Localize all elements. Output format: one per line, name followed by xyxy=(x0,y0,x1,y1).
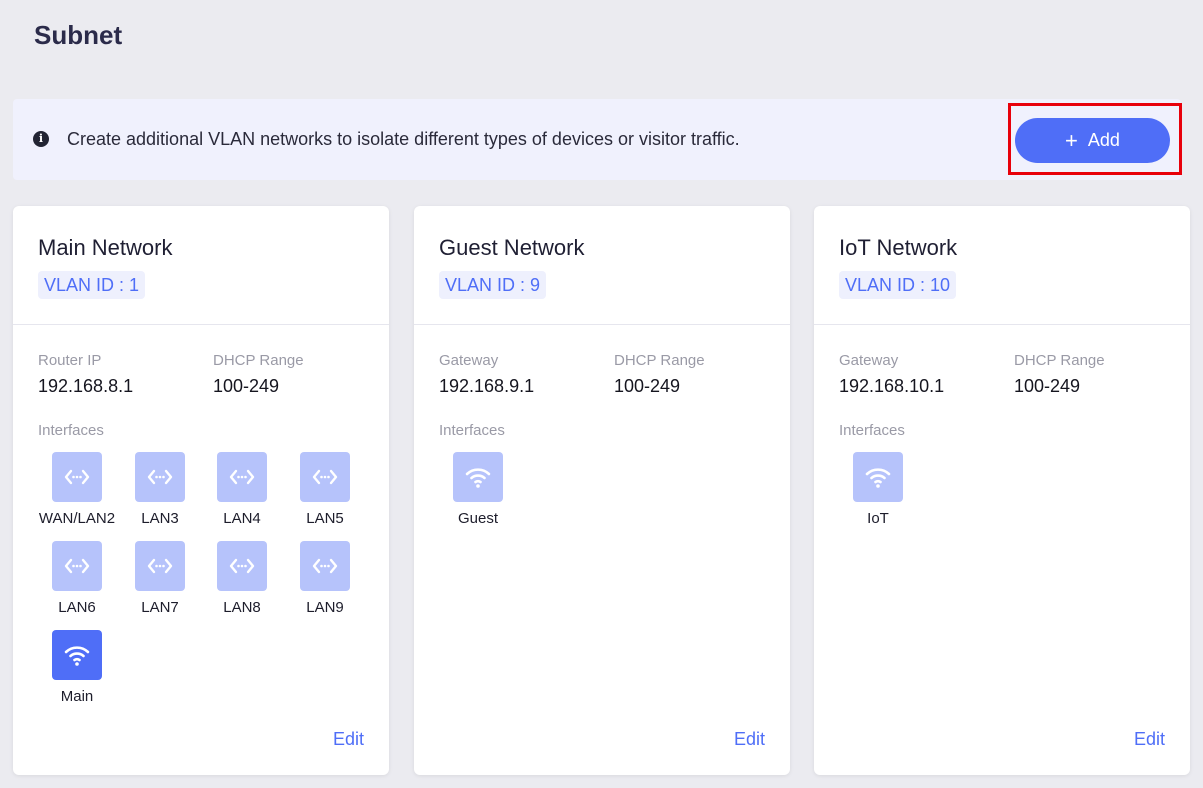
ethernet-icon xyxy=(135,452,185,502)
card-title: IoT Network xyxy=(839,235,958,260)
edit-link[interactable]: Edit xyxy=(1134,729,1165,750)
info-banner: i Create additional VLAN networks to iso… xyxy=(13,99,1181,180)
ip-value: 192.168.8.1 xyxy=(38,376,134,396)
interface-lan4: LAN4 xyxy=(200,452,284,527)
dhcp-value: 100-249 xyxy=(614,376,681,396)
interface-lan8: LAN8 xyxy=(200,541,284,616)
info-text: Create additional VLAN networks to isola… xyxy=(67,129,740,149)
network-card-guest: Guest Network VLAN ID : 9 Gateway 192.16… xyxy=(414,206,790,775)
interface-label: WAN/LAN2 xyxy=(38,510,116,527)
interface-lan5: LAN5 xyxy=(283,452,367,527)
wifi-icon xyxy=(853,452,903,502)
ethernet-icon xyxy=(217,452,267,502)
ip-value: 192.168.9.1 xyxy=(439,376,535,396)
interface-label: LAN6 xyxy=(58,599,96,616)
interfaces-label: Interfaces xyxy=(839,422,905,439)
ip-label: Router IP xyxy=(38,352,102,369)
interface-label: LAN4 xyxy=(223,510,261,527)
interface-lan9: LAN9 xyxy=(283,541,367,616)
interface-guest-wifi: Guest xyxy=(436,452,520,527)
wifi-icon xyxy=(52,630,102,680)
card-header: IoT Network VLAN ID : 10 xyxy=(814,206,1190,325)
interfaces-label: Interfaces xyxy=(38,422,104,439)
interface-label: IoT xyxy=(867,510,889,527)
ip-value: 192.168.10.1 xyxy=(839,376,945,396)
interface-label: LAN5 xyxy=(306,510,344,527)
interface-label: LAN8 xyxy=(223,599,261,616)
ethernet-icon xyxy=(135,541,185,591)
dhcp-label: DHCP Range xyxy=(213,352,304,369)
ethernet-icon xyxy=(52,452,102,502)
ethernet-icon xyxy=(300,452,350,502)
interface-lan7: LAN7 xyxy=(118,541,202,616)
card-header: Guest Network VLAN ID : 9 xyxy=(414,206,790,325)
card-title: Guest Network xyxy=(439,235,585,260)
card-header: Main Network VLAN ID : 1 xyxy=(13,206,389,325)
ethernet-icon xyxy=(217,541,267,591)
network-card-main: Main Network VLAN ID : 1 Router IP 192.1… xyxy=(13,206,389,775)
interface-lan6: LAN6 xyxy=(35,541,119,616)
dhcp-value: 100-249 xyxy=(213,376,280,396)
ethernet-icon xyxy=(300,541,350,591)
page-title: Subnet xyxy=(34,20,123,50)
interface-iot-wifi: IoT xyxy=(836,452,920,527)
network-card-iot: IoT Network VLAN ID : 10 Gateway 192.168… xyxy=(814,206,1190,775)
dhcp-label: DHCP Range xyxy=(614,352,705,369)
ip-label: Gateway xyxy=(839,352,899,369)
vlan-badge: VLAN ID : 10 xyxy=(839,271,957,299)
ip-label: Gateway xyxy=(439,352,499,369)
vlan-badge: VLAN ID : 9 xyxy=(439,271,547,299)
interface-label: LAN7 xyxy=(141,599,179,616)
interface-main-wifi: Main xyxy=(35,630,119,705)
vlan-badge: VLAN ID : 1 xyxy=(38,271,146,299)
ethernet-icon xyxy=(52,541,102,591)
card-title: Main Network xyxy=(38,235,173,260)
interface-label: Main xyxy=(60,688,94,705)
interfaces-label: Interfaces xyxy=(439,422,505,439)
wifi-icon xyxy=(453,452,503,502)
add-button[interactable]: + Add xyxy=(1015,118,1170,163)
plus-icon: + xyxy=(1065,127,1078,153)
edit-link[interactable]: Edit xyxy=(333,729,364,750)
dhcp-label: DHCP Range xyxy=(1014,352,1105,369)
interface-label: LAN3 xyxy=(141,510,179,527)
info-icon: i xyxy=(33,131,49,147)
interface-lan3: LAN3 xyxy=(118,452,202,527)
interface-label: Guest xyxy=(457,510,499,527)
add-button-label: Add xyxy=(1087,130,1120,150)
interface-label: LAN9 xyxy=(306,599,344,616)
interface-wan-lan2: WAN/LAN2 xyxy=(35,452,119,527)
edit-link[interactable]: Edit xyxy=(734,729,765,750)
dhcp-value: 100-249 xyxy=(1014,376,1081,396)
